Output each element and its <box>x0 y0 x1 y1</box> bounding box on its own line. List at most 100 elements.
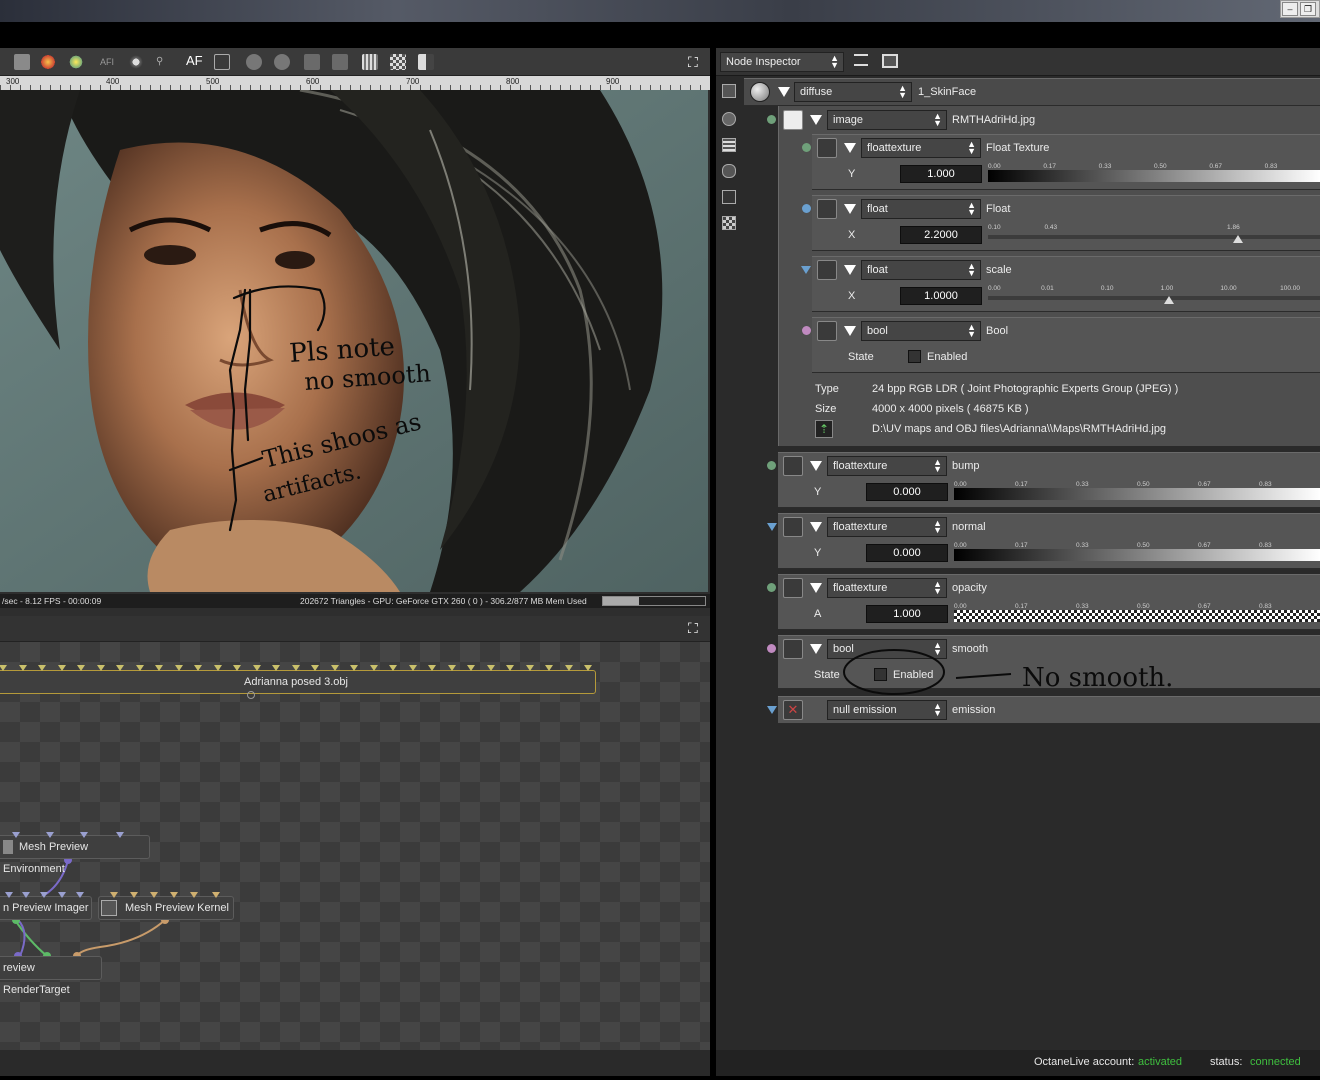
region-icon[interactable] <box>246 54 262 70</box>
environment-node[interactable]: Mesh Preview Environment <box>0 835 150 875</box>
image-type-select[interactable]: image ▲ ▼ <box>827 110 947 130</box>
float-slider[interactable] <box>988 235 1320 239</box>
input-pin[interactable] <box>292 665 300 671</box>
input-pin[interactable] <box>565 665 573 671</box>
bool-type-select[interactable]: bool ▲ ▼ <box>861 321 981 341</box>
expand-icon[interactable] <box>844 143 856 153</box>
input-pin[interactable] <box>253 665 261 671</box>
input-pin[interactable] <box>116 832 124 838</box>
input-pin[interactable] <box>526 665 534 671</box>
slider-thumb[interactable] <box>1233 235 1243 243</box>
float-value[interactable]: 2.2000 <box>900 226 982 244</box>
input-pin[interactable] <box>545 665 553 671</box>
input-pin[interactable] <box>58 665 66 671</box>
input-pin[interactable] <box>448 665 456 671</box>
inspector-mode-select[interactable]: Node Inspector ▲ ▼ <box>720 52 844 72</box>
sun-icon[interactable] <box>68 54 84 70</box>
pick-focus-icon[interactable]: ⚲ <box>156 54 172 70</box>
opacity-slider[interactable] <box>954 610 1320 622</box>
input-pin[interactable] <box>40 892 48 898</box>
input-pin[interactable] <box>212 892 220 898</box>
input-pin[interactable] <box>76 892 84 898</box>
picker-icon[interactable] <box>304 54 320 70</box>
input-pin[interactable] <box>46 832 54 838</box>
input-pin[interactable] <box>331 665 339 671</box>
normal-slider[interactable] <box>954 549 1320 561</box>
input-pin[interactable] <box>233 665 241 671</box>
input-pin[interactable] <box>467 665 475 671</box>
scale-value[interactable]: 1.0000 <box>900 287 982 305</box>
input-pin[interactable] <box>272 665 280 671</box>
floattexture-slider[interactable] <box>988 170 1320 182</box>
normal-value[interactable]: 0.000 <box>866 544 948 562</box>
input-pin[interactable] <box>22 892 30 898</box>
input-pin[interactable] <box>5 892 13 898</box>
film-region-icon[interactable] <box>274 54 290 70</box>
expand-icon[interactable] <box>810 583 822 593</box>
render-viewport[interactable]: Pls note no smooth This shoos as artifac… <box>0 90 708 592</box>
af-off-icon[interactable]: AFI <box>100 54 116 70</box>
bump-type-select[interactable]: floattexture ▲ ▼ <box>827 456 947 476</box>
input-pin[interactable] <box>58 892 66 898</box>
expand-icon[interactable] <box>844 265 856 275</box>
expand-icon[interactable] <box>844 204 856 214</box>
scale-type-select[interactable]: float ▲ ▼ <box>861 260 981 280</box>
bump-slider[interactable] <box>954 488 1320 500</box>
opacity-value[interactable]: 1.000 <box>866 605 948 623</box>
window-icon[interactable] <box>882 54 898 68</box>
root-type-select[interactable]: diffuse ▲ ▼ <box>794 82 912 102</box>
opacity-type-select[interactable]: floattexture ▲ ▼ <box>827 578 947 598</box>
input-pin[interactable] <box>110 892 118 898</box>
input-pin[interactable] <box>97 665 105 671</box>
save-image-icon[interactable] <box>14 54 30 70</box>
floattexture-value[interactable]: 1.000 <box>900 165 982 183</box>
float-type-select[interactable]: float ▲ ▼ <box>861 199 981 219</box>
image-tab-icon[interactable] <box>722 84 736 98</box>
input-pin[interactable] <box>77 665 85 671</box>
input-pin[interactable] <box>194 665 202 671</box>
input-pin[interactable] <box>130 892 138 898</box>
checker-icon[interactable] <box>390 54 406 70</box>
scale-slider[interactable] <box>988 296 1320 300</box>
maximize-icon[interactable]: ⛶ <box>688 54 704 70</box>
input-pin[interactable] <box>190 892 198 898</box>
expand-icon[interactable] <box>810 115 822 125</box>
node-graph-editor[interactable]: Adrianna posed 3.obj Mesh Preview Enviro… <box>0 642 710 1050</box>
input-pin[interactable] <box>350 665 358 671</box>
expand-icon[interactable] <box>810 522 822 532</box>
picture-tab-icon[interactable] <box>722 190 736 204</box>
enabled-checkbox[interactable] <box>908 350 921 363</box>
lock-icon[interactable] <box>332 54 348 70</box>
input-pin[interactable] <box>175 665 183 671</box>
floattexture-type-select[interactable]: floattexture ▲ ▼ <box>861 138 981 158</box>
input-pin[interactable] <box>150 892 158 898</box>
texture-tab-icon[interactable] <box>722 216 736 230</box>
refresh-icon[interactable] <box>128 54 144 70</box>
grid-icon[interactable] <box>362 54 378 70</box>
kernel-node[interactable]: Mesh Preview Kernel <box>98 896 234 920</box>
input-pin[interactable] <box>506 665 514 671</box>
database-tab-icon[interactable] <box>722 164 736 178</box>
input-pin[interactable] <box>311 665 319 671</box>
emission-type-select[interactable]: null emission ▲ ▼ <box>827 700 947 720</box>
camera-tab-icon[interactable] <box>722 112 736 126</box>
input-pin[interactable] <box>19 665 27 671</box>
input-pin[interactable] <box>116 665 124 671</box>
input-pin[interactable] <box>155 665 163 671</box>
input-pin[interactable] <box>12 832 20 838</box>
slider-thumb[interactable] <box>1164 296 1174 304</box>
input-pin[interactable] <box>214 665 222 671</box>
expand-icon[interactable] <box>810 461 822 471</box>
expand-icon[interactable] <box>844 326 856 336</box>
restore-icon[interactable]: ❐ <box>1300 2 1316 16</box>
input-pin[interactable] <box>80 832 88 838</box>
color-picker-icon[interactable] <box>40 54 56 70</box>
input-pin[interactable] <box>428 665 436 671</box>
input-pin[interactable] <box>584 665 592 671</box>
imager-node[interactable]: n Preview Imager <box>0 896 92 920</box>
input-pin[interactable] <box>487 665 495 671</box>
input-pin[interactable] <box>370 665 378 671</box>
input-pin[interactable] <box>136 665 144 671</box>
input-pin[interactable] <box>0 665 7 671</box>
camera-icon[interactable] <box>214 54 230 70</box>
